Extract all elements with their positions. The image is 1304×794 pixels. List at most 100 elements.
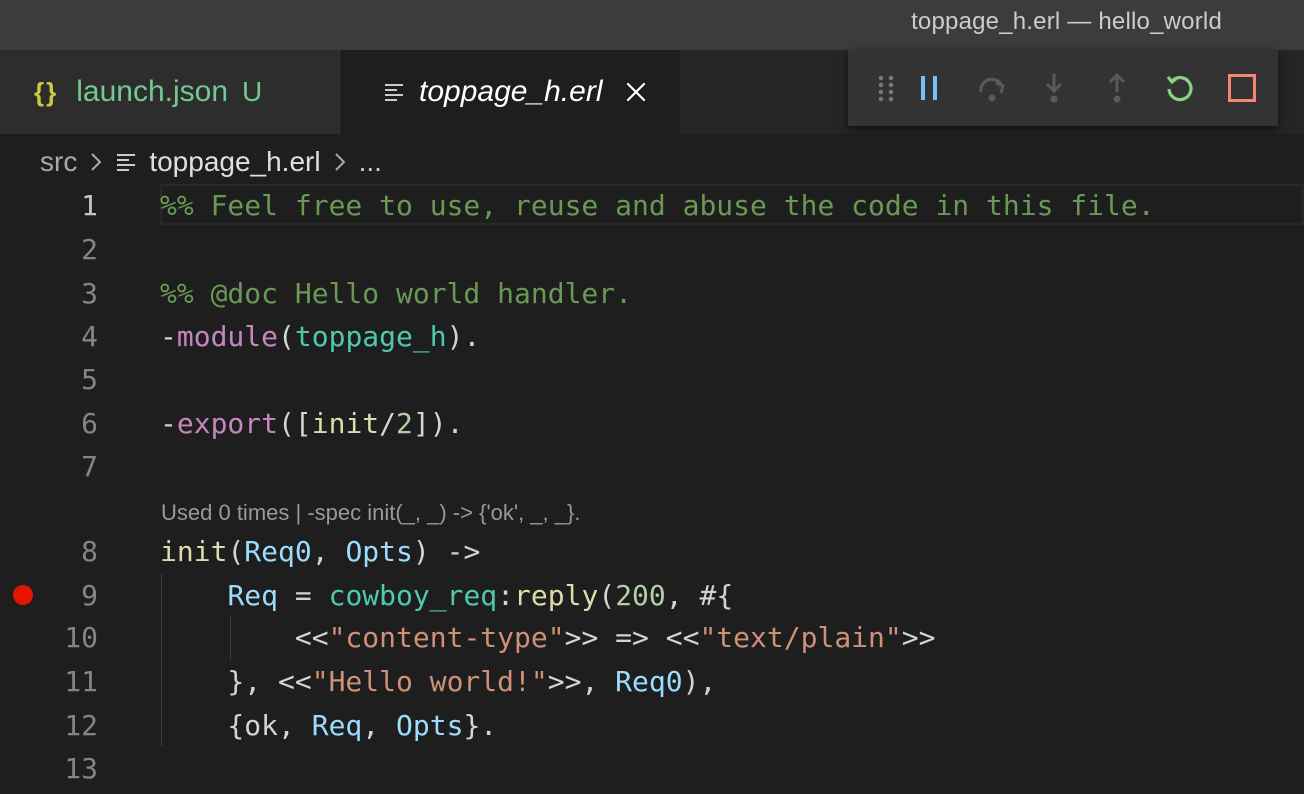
- code-token: %% Feel free to use, reuse and abuse the…: [160, 189, 1155, 222]
- code-line[interactable]: 2: [0, 228, 1304, 271]
- code-token: ]).: [412, 407, 464, 440]
- code-token: "Hello world!": [311, 665, 548, 698]
- code-token: (: [598, 579, 616, 612]
- step-into-icon[interactable]: [1038, 72, 1070, 104]
- close-icon[interactable]: [625, 81, 647, 103]
- indent-guide: [161, 574, 162, 746]
- code-token: ,: [311, 535, 346, 568]
- code-token: (: [278, 320, 295, 353]
- code-token: Opts: [396, 709, 464, 742]
- code-text: %% @doc Hello world handler.: [160, 272, 632, 315]
- code-lens[interactable]: Used 0 times | -spec init(_, _) -> {'ok'…: [161, 500, 580, 526]
- code-token: ,: [362, 709, 397, 742]
- code-token: Opts: [345, 535, 413, 568]
- step-over-icon[interactable]: [976, 72, 1008, 104]
- code-token: (: [227, 535, 245, 568]
- code-line[interactable]: 5: [0, 358, 1304, 401]
- breadcrumb-folder[interactable]: src: [40, 146, 77, 178]
- stop-icon[interactable]: [1226, 72, 1258, 104]
- pause-icon[interactable]: [914, 72, 946, 104]
- code-text: -module(toppage_h).: [160, 315, 480, 358]
- code-token: >> => <<: [564, 621, 700, 654]
- tab-toppage-h-erl[interactable]: toppage_h.erl: [341, 50, 680, 134]
- code-line[interactable]: 1 %% Feel free to use, reuse and abuse th…: [0, 184, 1304, 227]
- line-number: 6: [81, 407, 98, 440]
- line-number: 7: [81, 450, 98, 483]
- code-editor[interactable]: Used 0 times | -spec init(_, _) -> {'ok'…: [0, 184, 1304, 794]
- code-text: -export([init/2]).: [160, 402, 463, 445]
- code-token: 200: [615, 579, 666, 612]
- code-text: init(Req0, Opts) ->: [160, 530, 480, 573]
- code-text: {ok, Req, Opts}.: [160, 704, 497, 747]
- title-bar: toppage_h.erl — hello_world: [0, 0, 1304, 50]
- code-token: "text/plain": [699, 621, 902, 654]
- drag-handle-icon[interactable]: [870, 72, 902, 104]
- code-token: toppage_h: [294, 320, 447, 353]
- code-token: , #{: [665, 579, 734, 612]
- window-title: toppage_h.erl — hello_world: [911, 8, 1222, 35]
- code-token: 2: [396, 407, 413, 440]
- line-number: 1: [81, 189, 98, 222]
- chevron-right-icon: [89, 151, 103, 173]
- code-token: <<: [160, 621, 329, 654]
- code-line[interactable]: 6 -export([init/2]).: [0, 402, 1304, 445]
- code-token: export: [176, 407, 279, 440]
- indent-guide: [230, 616, 231, 660]
- line-number: 8: [81, 535, 98, 568]
- code-text: %% Feel free to use, reuse and abuse the…: [160, 184, 1155, 227]
- code-token: reply: [514, 579, 599, 612]
- line-number: 4: [81, 320, 98, 353]
- breadcrumb-symbol[interactable]: ...: [359, 146, 382, 178]
- code-line[interactable]: 7: [0, 445, 1304, 488]
- code-text: <<"content-type">> => <<"text/plain">>: [160, 616, 936, 659]
- chevron-right-icon: [333, 151, 347, 173]
- line-number: 9: [81, 579, 98, 612]
- code-token: init: [311, 407, 380, 440]
- code-line[interactable]: 10 <<"content-type">> => <<"text/plain">…: [0, 616, 1304, 659]
- breadcrumb-file[interactable]: toppage_h.erl: [115, 146, 321, 178]
- step-out-icon[interactable]: [1101, 72, 1133, 104]
- code-line[interactable]: 13: [0, 747, 1304, 790]
- code-token: }.: [463, 709, 498, 742]
- code-token: =: [278, 579, 329, 612]
- code-token: Req0: [615, 665, 683, 698]
- code-token: Req: [311, 709, 363, 742]
- code-token: :: [497, 579, 515, 612]
- text-file-icon: [383, 81, 405, 103]
- untracked-badge: U: [242, 76, 263, 107]
- code-token: module: [176, 320, 279, 353]
- code-token: cowboy_req: [328, 579, 498, 612]
- restart-icon[interactable]: [1164, 72, 1196, 104]
- breadcrumb: src toppage_h.erl ...: [0, 134, 1304, 190]
- code-line[interactable]: 11 }, <<"Hello world!">>, Req0),: [0, 660, 1304, 703]
- tab-label: toppage_h.erl: [419, 75, 603, 108]
- code-token: init: [160, 535, 228, 568]
- line-number: 2: [81, 233, 98, 266]
- tab-launch-json[interactable]: {} launch.json U: [0, 50, 341, 134]
- code-token: Req: [227, 579, 279, 612]
- line-number: 3: [81, 277, 98, 310]
- code-line[interactable]: 4 -module(toppage_h).: [0, 315, 1304, 358]
- code-token: -: [160, 320, 177, 353]
- code-line[interactable]: 8 init(Req0, Opts) ->: [0, 530, 1304, 573]
- code-text: }, <<"Hello world!">>, Req0),: [160, 660, 716, 703]
- code-token: >>: [901, 621, 936, 654]
- code-token: -: [160, 407, 177, 440]
- breadcrumb-file-label: toppage_h.erl: [149, 146, 321, 177]
- code-token: }, <<: [160, 665, 312, 698]
- code-token: ([: [278, 407, 312, 440]
- line-number: 10: [64, 621, 98, 654]
- code-token: {ok,: [160, 709, 312, 742]
- text-file-icon: [115, 151, 137, 173]
- code-token: ),: [682, 665, 717, 698]
- code-text: Req = cowboy_req:reply(200, #{: [160, 574, 733, 617]
- json-file-icon: {}: [34, 76, 59, 107]
- code-token: ) ->: [412, 535, 481, 568]
- code-line[interactable]: 9 Req = cowboy_req:reply(200, #{: [0, 574, 1304, 617]
- line-number: 11: [64, 665, 98, 698]
- code-line[interactable]: 3 %% @doc Hello world handler.: [0, 272, 1304, 315]
- code-token: "content-type": [328, 621, 565, 654]
- debug-toolbar: [848, 50, 1278, 126]
- code-line[interactable]: 12 {ok, Req, Opts}.: [0, 704, 1304, 747]
